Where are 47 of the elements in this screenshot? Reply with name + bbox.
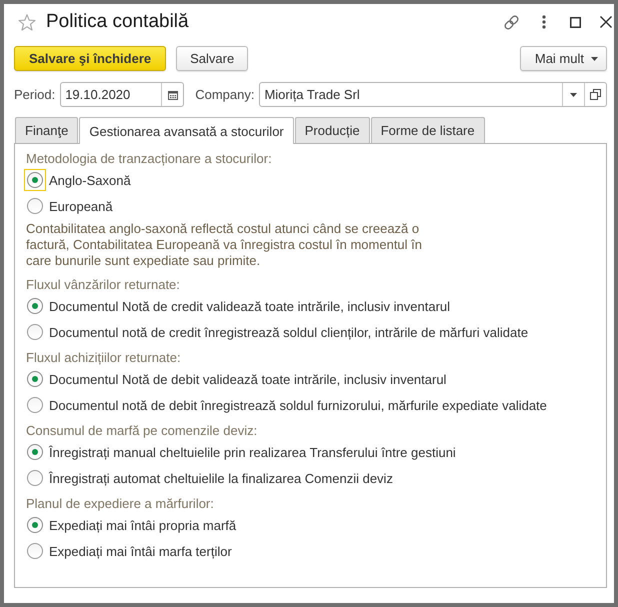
caret-icon	[591, 56, 598, 60]
calendar-icon[interactable]	[168, 90, 178, 100]
radio-button[interactable]	[27, 517, 43, 533]
group-label: Consumul de marfă pe comenzile deviz:	[26, 423, 258, 439]
radio-label[interactable]: Înregistrați manual cheltuielile prin realizarea Transferului între gestiuni	[49, 444, 456, 460]
group-label: Fluxul achizițiilor returnate:	[26, 350, 181, 366]
radio-button[interactable]	[24, 169, 46, 191]
tab[interactable]: Forme de listare	[370, 117, 485, 143]
radio-button[interactable]	[27, 198, 43, 214]
caret-icon[interactable]	[570, 92, 577, 96]
period-label: Period:	[14, 87, 56, 102]
radio-label[interactable]: Europeană	[49, 198, 113, 214]
radio-label[interactable]: Înregistrați automat cheltuielile la finalizarea Comenzii deviz	[49, 470, 393, 486]
radio-button[interactable]	[27, 397, 43, 413]
save-and-close-button[interactable]: Salvare şi închidere	[14, 46, 166, 71]
maximize-icon[interactable]	[570, 16, 581, 28]
radio-button[interactable]	[27, 371, 43, 387]
group-label: Fluxul vânzărilor returnate:	[26, 277, 180, 293]
radio-label[interactable]: Documentul Notă de credit validează toate intrările, inclusiv inventarul	[49, 298, 450, 314]
radio-label[interactable]: Expediați mai întâi propria marfă	[49, 518, 236, 532]
company-field[interactable]: Miorița Trade Srl	[259, 82, 607, 107]
company-label: Company:	[195, 87, 254, 102]
radio-label[interactable]: Documentul Notă de debit validează toate intrările, inclusiv inventarul	[49, 372, 446, 386]
radio-label[interactable]: Anglo-Saxonă	[49, 172, 131, 188]
tab[interactable]: Producție	[294, 117, 370, 143]
radio-button[interactable]	[27, 298, 43, 314]
window-title: Politica contabilă	[46, 11, 189, 33]
radio-label[interactable]: Documentul notă de credit înregistrează soldul clienților, intrările de mărfuri validate	[49, 324, 528, 340]
tab[interactable]: Finanţe	[15, 117, 78, 143]
radio-button[interactable]	[27, 543, 43, 559]
star-icon[interactable]	[18, 14, 36, 30]
tab[interactable]: Gestionarea avansată a stocurilor	[79, 117, 294, 144]
radio-button[interactable]	[27, 444, 43, 460]
group-label: Metodologia de tranzacționare a stocurilor:	[26, 151, 272, 167]
more-icon[interactable]	[542, 15, 546, 29]
save-button[interactable]: Salvare	[176, 46, 248, 71]
radio-label[interactable]: Documentul notă de debit înregistrează soldul furnizorului, mărfurile expediate validate	[49, 398, 547, 412]
close-icon[interactable]	[600, 16, 612, 28]
squares-icon[interactable]	[590, 89, 601, 100]
radio-label[interactable]: Expediați mai întâi marfa terților	[49, 544, 232, 558]
radio-button[interactable]	[27, 324, 43, 340]
group-label: Planul de expediere a mărfurilor:	[26, 496, 214, 512]
more-button[interactable]: Mai mult	[520, 46, 607, 71]
date-field[interactable]: 19.10.2020	[60, 82, 184, 107]
radio-button[interactable]	[27, 470, 43, 486]
link-icon[interactable]	[503, 14, 520, 30]
description-text: Contabilitatea anglo-saxonă reflectă costul atunci când se creează o factură, Contabilitatea Europeană va înregistra costul în momentul în care bunurile sunt expediate sau primite.	[26, 221, 423, 269]
